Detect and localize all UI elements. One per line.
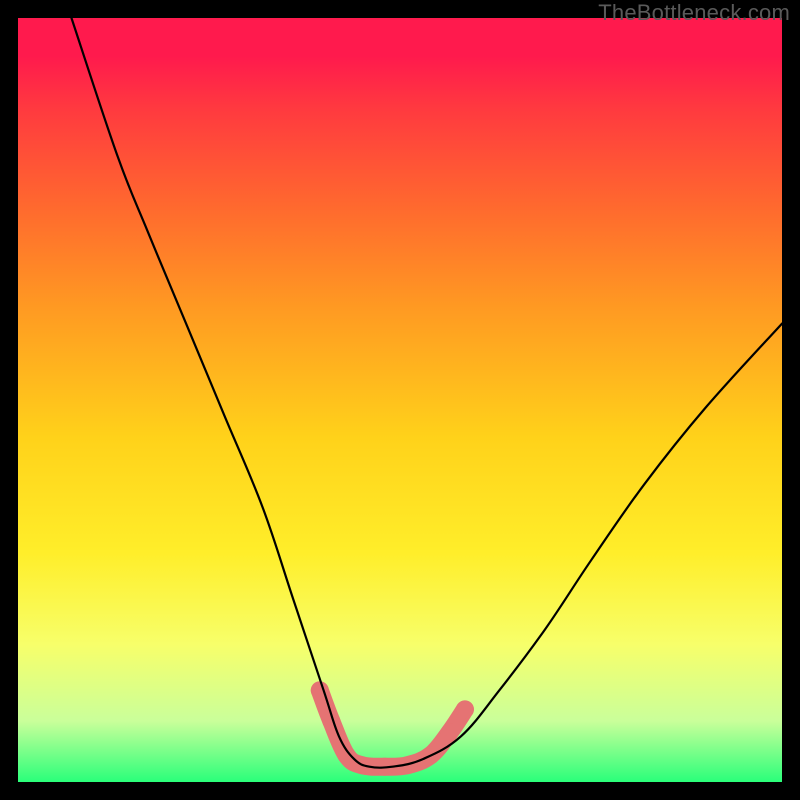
watermark-text: TheBottleneck.com [598, 0, 790, 26]
curve-series [71, 18, 782, 768]
highlight-dot [441, 723, 459, 741]
chart-svg [18, 18, 782, 782]
chart-frame: TheBottleneck.com [0, 0, 800, 800]
plot-area [18, 18, 782, 782]
highlight-dot [456, 700, 474, 718]
